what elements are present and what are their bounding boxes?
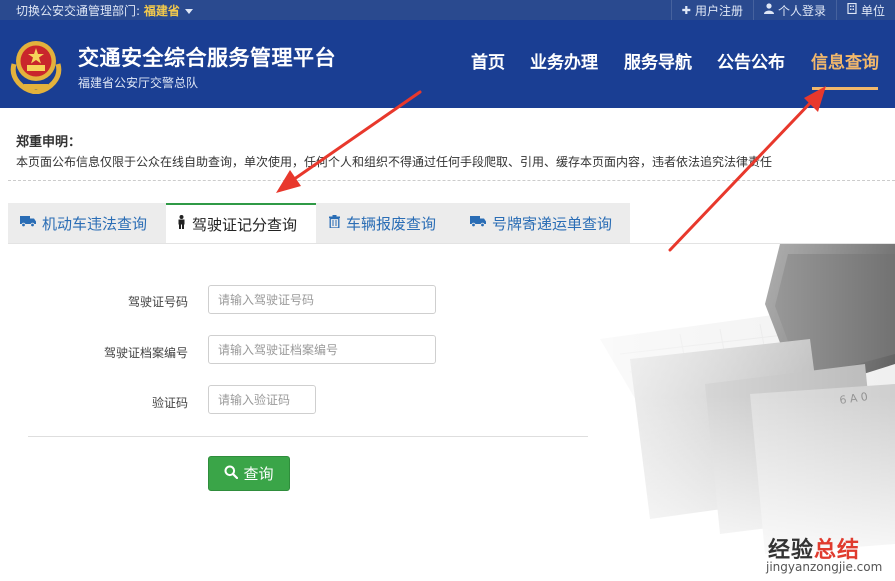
trash-icon: [329, 214, 340, 232]
captcha-label: 验证码: [151, 396, 188, 410]
site-header: 交通安全综合服务管理平台 福建省公安厅交警总队 首页 业务办理 服务导航 公告公…: [0, 20, 895, 108]
nav-announcements[interactable]: 公告公布: [717, 48, 785, 73]
tab-label: 机动车违法查询: [42, 214, 148, 233]
search-icon: [224, 465, 239, 483]
caret-down-icon[interactable]: [184, 9, 193, 14]
user-icon: [763, 3, 774, 17]
login-label: 个人登录: [777, 3, 826, 18]
license-number-input[interactable]: [208, 285, 436, 314]
register-link[interactable]: ✚ 用户注册: [670, 0, 753, 20]
form-divider: [28, 436, 588, 437]
tab-content-border: [8, 243, 895, 244]
notice-title: 郑重申明：: [16, 135, 82, 150]
watermark-url: jingyanzongjie.com: [766, 560, 883, 574]
truck-icon: [470, 215, 486, 231]
top-utility-bar: 切换公安交通管理部门: 福建省 ✚ 用户注册 个人登录 单位: [0, 0, 895, 20]
notice-text: 本页面公布信息仅限于公众在线自助查询，单次使用，任何个人和组织不得通过任何手段爬…: [16, 155, 773, 169]
tab-label: 车辆报废查询: [346, 214, 437, 233]
unit-login-label: 单位: [860, 3, 885, 18]
background-cards-image: 6 A 0: [480, 244, 895, 581]
province-selector[interactable]: 福建省: [144, 4, 180, 18]
tab-vehicle-violation[interactable]: 机动车违法查询: [8, 203, 166, 243]
license-number-label: 驾驶证号码: [127, 295, 188, 309]
nav-active-indicator: [812, 87, 878, 90]
nav-info-query[interactable]: 信息查询: [811, 48, 879, 73]
query-tabs: 机动车违法查询 驾驶证记分查询 车辆报废查询 号牌寄递运单查询: [8, 203, 895, 243]
nav-business[interactable]: 业务办理: [530, 48, 598, 73]
unit-login-link[interactable]: 单位: [835, 0, 895, 20]
tab-vehicle-scrap[interactable]: 车辆报废查询: [316, 203, 458, 243]
archive-number-label: 驾驶证档案编号: [103, 346, 188, 360]
captcha-input[interactable]: [208, 385, 316, 414]
notice-divider: [8, 180, 895, 181]
department-label: 切换公安交通管理部门:: [16, 4, 141, 18]
tab-plate-delivery[interactable]: 号牌寄递运单查询: [458, 203, 630, 243]
tab-license-points[interactable]: 驾驶证记分查询: [166, 203, 316, 243]
plus-icon: ✚: [681, 3, 691, 17]
department-switcher[interactable]: 切换公安交通管理部门: 福建省: [16, 2, 193, 19]
archive-number-input[interactable]: [208, 335, 436, 364]
query-button[interactable]: 查询: [208, 456, 290, 491]
tab-label: 驾驶证记分查询: [192, 215, 298, 234]
tab-label: 号牌寄递运单查询: [492, 214, 613, 233]
query-button-label: 查询: [243, 465, 274, 483]
nav-service-guide[interactable]: 服务导航: [624, 48, 692, 73]
building-icon: [847, 2, 857, 17]
nav-home[interactable]: 首页: [471, 48, 505, 73]
login-link[interactable]: 个人登录: [752, 0, 836, 20]
truck-icon: [20, 215, 36, 231]
person-icon: [177, 215, 186, 233]
account-links: ✚ 用户注册 个人登录 单位: [670, 0, 895, 20]
register-label: 用户注册: [694, 3, 743, 18]
main-nav: 首页 业务办理 服务导航 公告公布 信息查询: [0, 48, 895, 78]
